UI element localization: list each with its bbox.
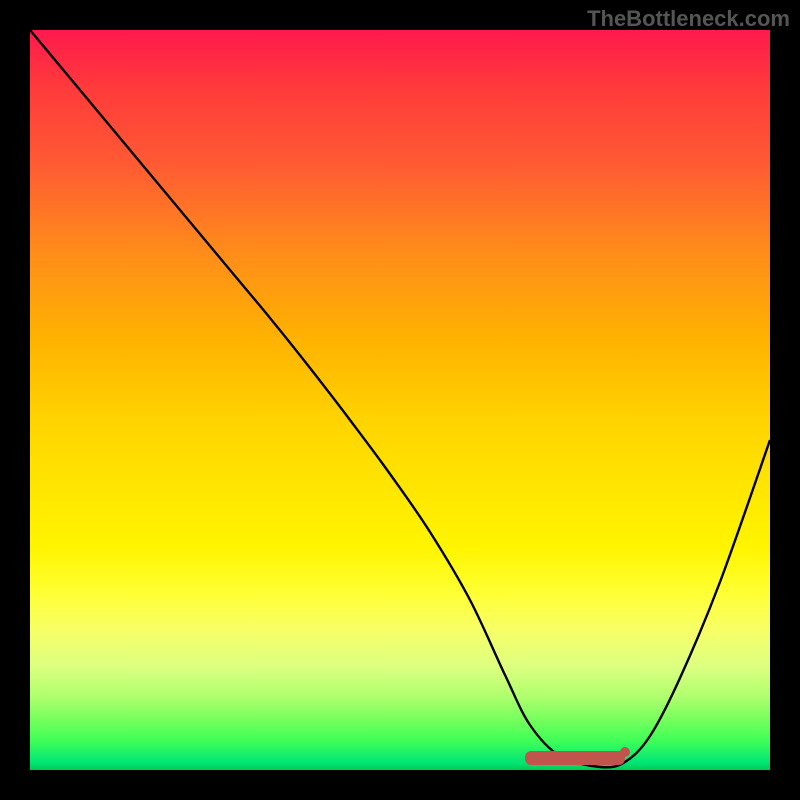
- optimal-range-marker: [525, 751, 625, 765]
- chart-plot-area: [30, 30, 770, 770]
- optimal-point-dot: [620, 747, 630, 757]
- chart-svg: [30, 30, 770, 770]
- watermark-text: TheBottleneck.com: [587, 6, 790, 32]
- bottleneck-curve: [30, 30, 770, 767]
